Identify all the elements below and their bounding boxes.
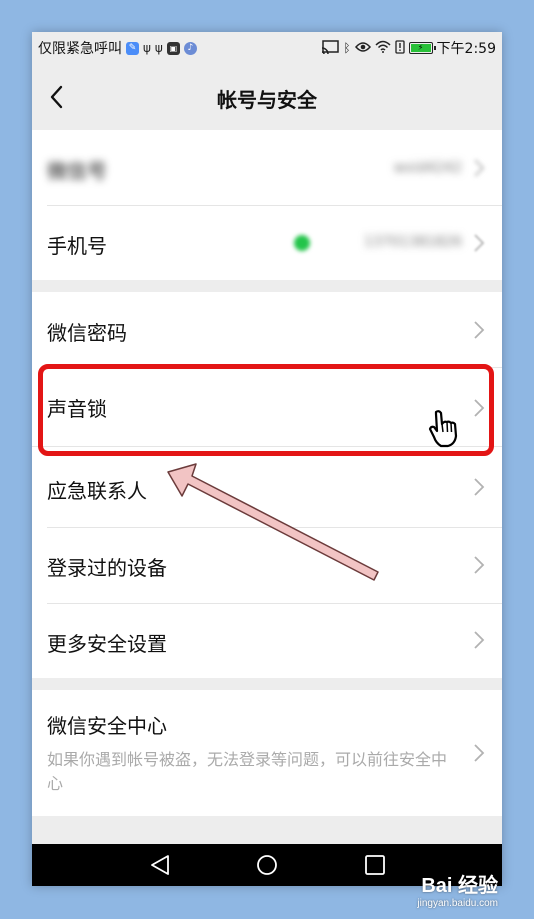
security-item-password[interactable]: 微信密码 <box>32 292 502 368</box>
security-item-label: 声音锁 <box>47 397 107 421</box>
chevron-right-icon <box>474 159 485 177</box>
security-center-title: 微信安全中心 <box>47 714 167 738</box>
chevron-right-icon <box>474 399 485 417</box>
watermark-url: jingyan.baidu.com <box>417 898 498 909</box>
baidu-logo: Bai 经验 <box>421 875 498 897</box>
chevron-right-icon <box>474 234 485 252</box>
security-center-row[interactable]: 微信安全中心 如果你遇到帐号被盗，无法登录等问题，可以前往安全中心 <box>32 690 502 816</box>
status-bar: 仅限紧急呼叫 ✎ ψ ψ ▣ ♪ ᛒ ⚡ 下午2:59 <box>32 32 502 64</box>
status-right: ᛒ ⚡ 下午2:59 <box>321 38 496 58</box>
chevron-right-icon <box>474 321 485 339</box>
security-item-login-devices[interactable]: 登录过的设备 <box>32 528 502 604</box>
back-triangle-icon[interactable] <box>148 854 172 876</box>
security-item-emergency-contact[interactable]: 应急联系人 <box>32 446 502 528</box>
header: 帐号与安全 <box>32 64 502 130</box>
verified-dot-icon <box>294 235 310 251</box>
security-center-card: 微信安全中心 如果你遇到帐号被盗，无法登录等问题，可以前往安全中心 <box>32 690 502 816</box>
cast-icon <box>321 39 340 57</box>
status-left: 仅限紧急呼叫 ✎ ψ ψ ▣ ♪ <box>38 38 197 58</box>
security-card: 微信密码 声音锁 应急联系人 登录过的设备 更多安全设置 <box>32 292 502 678</box>
phone-row[interactable]: 手机号 13701381826 <box>32 206 502 280</box>
security-item-label: 登录过的设备 <box>47 556 167 580</box>
music-app-icon: ♪ <box>183 41 197 55</box>
chevron-right-icon <box>474 744 485 762</box>
battery-charging-icon: ⚡ <box>408 42 436 54</box>
wechat-id-value: wxid4242 <box>393 160 462 176</box>
carrier-text: 仅限紧急呼叫 <box>38 41 122 57</box>
recents-square-icon[interactable] <box>363 854 387 876</box>
wechat-id-row[interactable]: 微信号 wxid4242 <box>32 130 502 206</box>
status-time: 下午2:59 <box>436 41 496 57</box>
wechat-id-label: 微信号 <box>47 159 107 183</box>
account-card: 微信号 wxid4242 手机号 13701381826 <box>32 130 502 280</box>
home-circle-icon[interactable] <box>255 854 279 876</box>
bluetooth-icon: ᛒ <box>343 41 351 55</box>
eye-icon <box>354 41 371 56</box>
security-item-label: 应急联系人 <box>47 479 147 503</box>
watermark: Bai 经验 jingyan.baidu.com <box>417 869 498 909</box>
phone-screen: 仅限紧急呼叫 ✎ ψ ψ ▣ ♪ ᛒ ⚡ 下午2:59 帐号与安全 微信号 wx… <box>32 32 502 886</box>
security-item-more-settings[interactable]: 更多安全设置 <box>32 604 502 678</box>
chevron-right-icon <box>474 478 485 496</box>
notification-app-icon: ▣ <box>166 41 180 55</box>
edit-app-icon: ✎ <box>126 41 139 55</box>
page-title: 帐号与安全 <box>217 88 317 112</box>
wifi-icon <box>375 40 391 56</box>
security-center-description: 如果你遇到帐号被盗，无法登录等问题，可以前往安全中心 <box>47 750 448 793</box>
phone-label: 手机号 <box>47 234 107 258</box>
security-item-voice-lock[interactable]: 声音锁 <box>32 368 502 446</box>
phone-value: 13701381826 <box>364 234 462 250</box>
chevron-right-icon <box>474 631 485 649</box>
security-item-label: 更多安全设置 <box>47 632 167 656</box>
chevron-right-icon <box>474 556 485 574</box>
alert-icon <box>394 39 405 57</box>
security-item-label: 微信密码 <box>47 321 127 345</box>
usb-icon: ψ <box>143 41 151 55</box>
usb-icon: ψ <box>154 41 163 55</box>
